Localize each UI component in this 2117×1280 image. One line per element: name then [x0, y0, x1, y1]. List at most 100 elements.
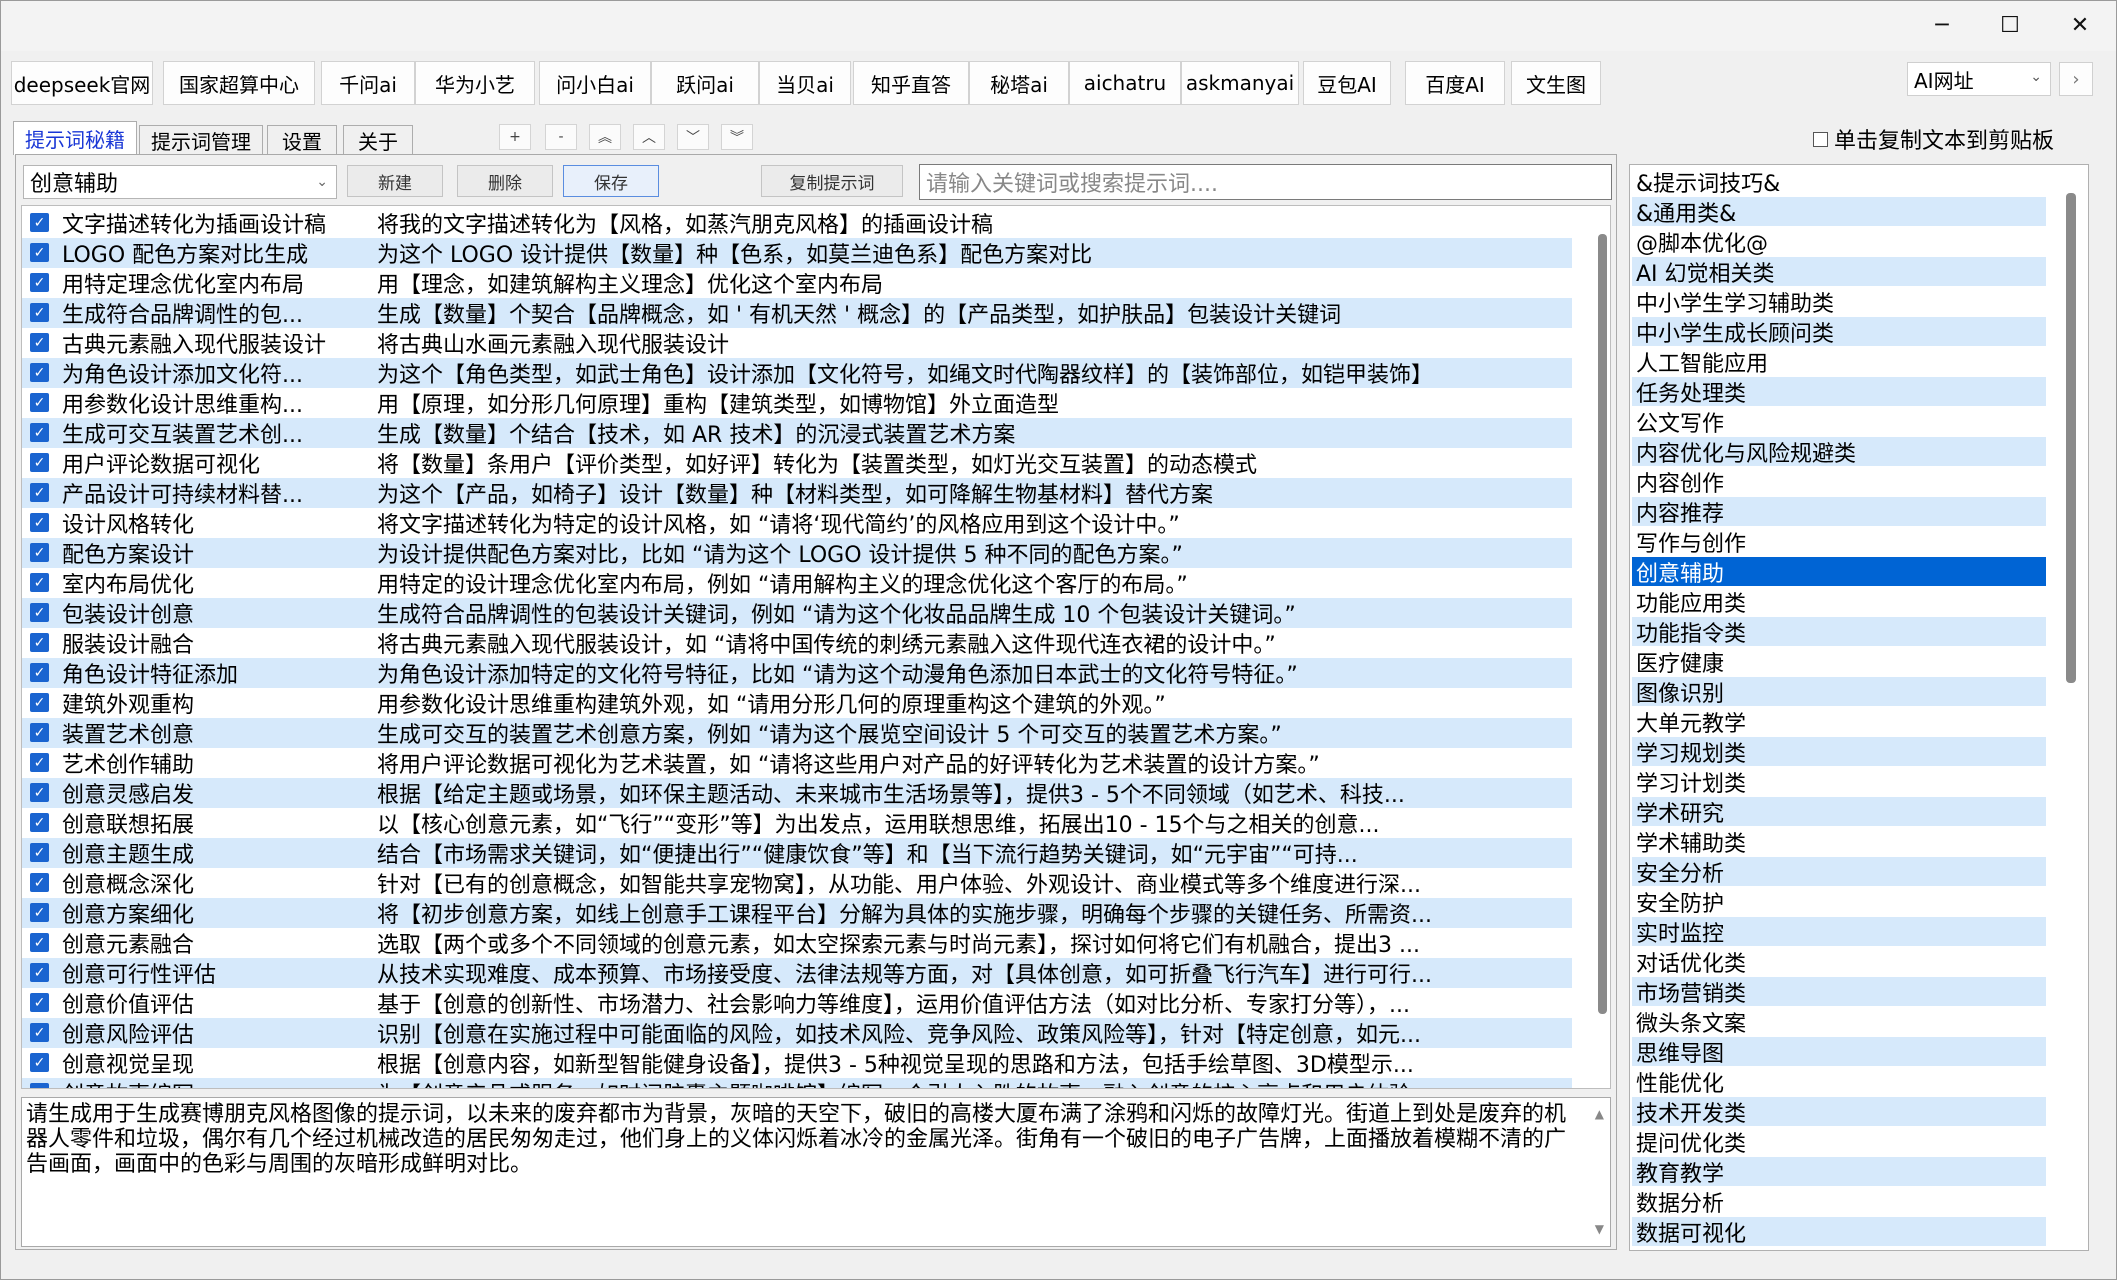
category-item[interactable]: 市场营销类: [1632, 977, 2046, 1007]
prompt-row[interactable]: ✓ LOGO 配色方案对比生成 为这个 LOGO 设计提供【数量】种【色系，如莫兰迪…: [22, 238, 1572, 268]
site-button-zhihu[interactable]: 知乎直答: [853, 61, 969, 105]
scrollbar-thumb[interactable]: [2066, 193, 2076, 683]
category-item[interactable]: 教育教学: [1632, 1157, 2046, 1187]
category-item[interactable]: 医疗健康: [1632, 647, 2046, 677]
tab-prompt-manage[interactable]: 提示词管理: [139, 125, 263, 154]
remove-item-button[interactable]: -: [545, 124, 577, 150]
prompt-row[interactable]: ✓ 创意方案细化 将【初步创意方案，如线上创意手工课程平台】分解为具体的实施步骤，明…: [22, 898, 1572, 928]
prompt-row[interactable]: ✓ 用特定理念优化室内布局 用【理念，如建筑解构主义理念】优化这个室内布局: [22, 268, 1572, 298]
row-checkbox[interactable]: ✓: [30, 243, 49, 262]
category-item[interactable]: 学习规划类: [1632, 737, 2046, 767]
prompt-row[interactable]: ✓ 服装设计融合 将古典元素融入现代服装设计，如 “请将中国传统的刺绣元素融入这件现…: [22, 628, 1572, 658]
site-button-huawei[interactable]: 华为小艺: [415, 61, 535, 105]
row-checkbox[interactable]: ✓: [30, 273, 49, 292]
row-checkbox[interactable]: ✓: [30, 483, 49, 502]
site-button-aichatru[interactable]: aichatru: [1069, 61, 1181, 105]
prompt-row[interactable]: ✓ 创意联想拓展 以【核心创意元素，如“飞行”“变形”等】为出发点，运用联想思维，拓…: [22, 808, 1572, 838]
site-button-mita[interactable]: 秘塔ai: [969, 61, 1069, 105]
move-bottom-button[interactable]: ︾: [721, 124, 753, 150]
prompt-row[interactable]: ✓ 建筑外观重构 用参数化设计思维重构建筑外观，如 “请用分形几何的原理重构这个建筑…: [22, 688, 1572, 718]
prompt-row[interactable]: ✓ 用户评论数据可视化 将【数量】条用户【评价类型，如好评】转化为【装置类型，如灯光…: [22, 448, 1572, 478]
move-down-button[interactable]: ﹀: [677, 124, 709, 150]
tab-settings[interactable]: 设置: [267, 125, 337, 154]
category-item[interactable]: 学术辅助类: [1632, 827, 2046, 857]
scrollbar-thumb[interactable]: [1598, 234, 1607, 1014]
prompt-row[interactable]: ✓ 创意概念深化 针对【已有的创意概念，如智能共享宠物窝】，从功能、用户体验、外观设…: [22, 868, 1572, 898]
category-item[interactable]: 学术研究: [1632, 797, 2046, 827]
category-item[interactable]: 数据分析: [1632, 1187, 2046, 1217]
category-item[interactable]: 人工智能应用: [1632, 347, 2046, 377]
category-item[interactable]: 中小学生成长顾问类: [1632, 317, 2046, 347]
site-button-supercomputing[interactable]: 国家超算中心: [163, 61, 315, 105]
prompt-row[interactable]: ✓ 创意元素融合 选取【两个或多个不同领域的创意元素，如太空探索元素与时尚元素】，探…: [22, 928, 1572, 958]
row-checkbox[interactable]: ✓: [30, 363, 49, 382]
prompt-row[interactable]: ✓ 包装设计创意 生成符合品牌调性的包装设计关键词，例如 “请为这个化妆品品牌生成 …: [22, 598, 1572, 628]
minimize-button[interactable]: ─: [1911, 1, 1973, 49]
prompt-row[interactable]: ✓ 创意灵感启发 根据【给定主题或场景，如环保主题活动、未来城市生活场景等】，提供3…: [22, 778, 1572, 808]
row-checkbox[interactable]: ✓: [30, 423, 49, 442]
scroll-up-icon[interactable]: ▲: [1595, 1102, 1604, 1127]
row-checkbox[interactable]: ✓: [30, 393, 49, 412]
prompt-row[interactable]: ✓ 用参数化设计思维重构... 用【原理，如分形几何原理】重构【建筑类型，如博物馆】…: [22, 388, 1572, 418]
category-list-scrollbar[interactable]: [2066, 193, 2078, 693]
close-button[interactable]: ✕: [2049, 1, 2111, 49]
row-checkbox[interactable]: ✓: [30, 513, 49, 532]
site-button-qianwen[interactable]: 千问ai: [321, 61, 415, 105]
site-button-wenxiaobai[interactable]: 问小白ai: [539, 61, 651, 105]
ai-site-select[interactable]: AI网址 ⌄: [1907, 62, 2051, 96]
row-checkbox[interactable]: ✓: [30, 603, 49, 622]
move-up-button[interactable]: ︿: [633, 124, 665, 150]
category-select[interactable]: 创意辅助 ⌄: [23, 165, 337, 199]
add-item-button[interactable]: +: [499, 124, 531, 150]
row-checkbox[interactable]: ✓: [30, 333, 49, 352]
site-button-doubao[interactable]: 豆包AI: [1303, 61, 1391, 105]
category-item[interactable]: 技术开发类: [1632, 1097, 2046, 1127]
category-item[interactable]: 写作与创作: [1632, 527, 2046, 557]
row-checkbox[interactable]: ✓: [30, 813, 49, 832]
category-list[interactable]: &提示词技巧& &通用类& @脚本优化@ AI 幻觉相关类 中小学生学习辅助类 中小学生成…: [1629, 164, 2089, 1251]
site-button-deepseek[interactable]: deepseek官网: [11, 61, 153, 105]
category-item[interactable]: 思维导图: [1632, 1037, 2046, 1067]
save-button[interactable]: 保存: [563, 165, 659, 197]
category-item[interactable]: 功能指令类: [1632, 617, 2046, 647]
tab-prompt-secrets[interactable]: 提示词秘籍: [13, 121, 137, 155]
category-item[interactable]: 功能应用类: [1632, 587, 2046, 617]
category-item[interactable]: 微头条文案: [1632, 1007, 2046, 1037]
category-item[interactable]: 任务处理类: [1632, 377, 2046, 407]
site-button-askmanyai[interactable]: askmanyai: [1181, 61, 1299, 105]
row-checkbox[interactable]: ✓: [30, 723, 49, 742]
prompt-row[interactable]: ✓ 为角色设计添加文化符... 为这个【角色类型，如武士角色】设计添加【文化符号，如…: [22, 358, 1572, 388]
prompt-list-scrollbar[interactable]: [1596, 214, 1608, 1084]
row-checkbox[interactable]: ✓: [30, 903, 49, 922]
row-checkbox[interactable]: ✓: [30, 213, 49, 232]
category-item[interactable]: 公文写作: [1632, 407, 2046, 437]
row-checkbox[interactable]: ✓: [30, 633, 49, 652]
row-checkbox[interactable]: ✓: [30, 873, 49, 892]
row-checkbox[interactable]: ✓: [30, 453, 49, 472]
category-item[interactable]: 创意辅助: [1632, 557, 2046, 587]
row-checkbox[interactable]: ✓: [30, 843, 49, 862]
site-button-baidu[interactable]: 百度AI: [1405, 61, 1505, 105]
prompt-row[interactable]: ✓ 文字描述转化为插画设计稿 将我的文字描述转化为【风格，如蒸汽朋克风格】的插画设计…: [22, 208, 1572, 238]
category-item[interactable]: AI 幻觉相关类: [1632, 257, 2046, 287]
row-checkbox[interactable]: ✓: [30, 543, 49, 562]
category-item[interactable]: 学习计划类: [1632, 767, 2046, 797]
new-button[interactable]: 新建: [347, 165, 443, 197]
copy-prompt-button[interactable]: 复制提示词: [761, 165, 903, 197]
row-checkbox[interactable]: ✓: [30, 663, 49, 682]
row-checkbox[interactable]: ✓: [30, 783, 49, 802]
category-item[interactable]: &提示词技巧&: [1632, 167, 2046, 197]
row-checkbox[interactable]: ✓: [30, 303, 49, 322]
prompt-row[interactable]: ✓ 角色设计特征添加 为角色设计添加特定的文化符号特征，比如 “请为这个动漫角色添加…: [22, 658, 1572, 688]
go-button[interactable]: ›: [2059, 62, 2093, 96]
delete-button[interactable]: 删除: [457, 165, 553, 197]
category-item[interactable]: &通用类&: [1632, 197, 2046, 227]
tab-about[interactable]: 关于: [343, 125, 413, 154]
prompt-row[interactable]: ✓ 创意价值评估 基于【创意的创新性、市场潜力、社会影响力等维度】，运用价值评估方法…: [22, 988, 1572, 1018]
category-item[interactable]: 图像识别: [1632, 677, 2046, 707]
category-item[interactable]: 数据可视化: [1632, 1217, 2046, 1247]
prompt-row[interactable]: ✓ 创意可行性评估 从技术实现难度、成本预算、市场接受度、法律法规等方面，对【具体创…: [22, 958, 1572, 988]
prompt-row[interactable]: ✓ 古典元素融入现代服装设计 将古典山水画元素融入现代服装设计: [22, 328, 1572, 358]
site-button-dangbei[interactable]: 当贝ai: [759, 61, 851, 105]
prompt-row[interactable]: ✓ 装置艺术创意 生成可交互的装置艺术创意方案，例如 “请为这个展览空间设计 5 个…: [22, 718, 1572, 748]
